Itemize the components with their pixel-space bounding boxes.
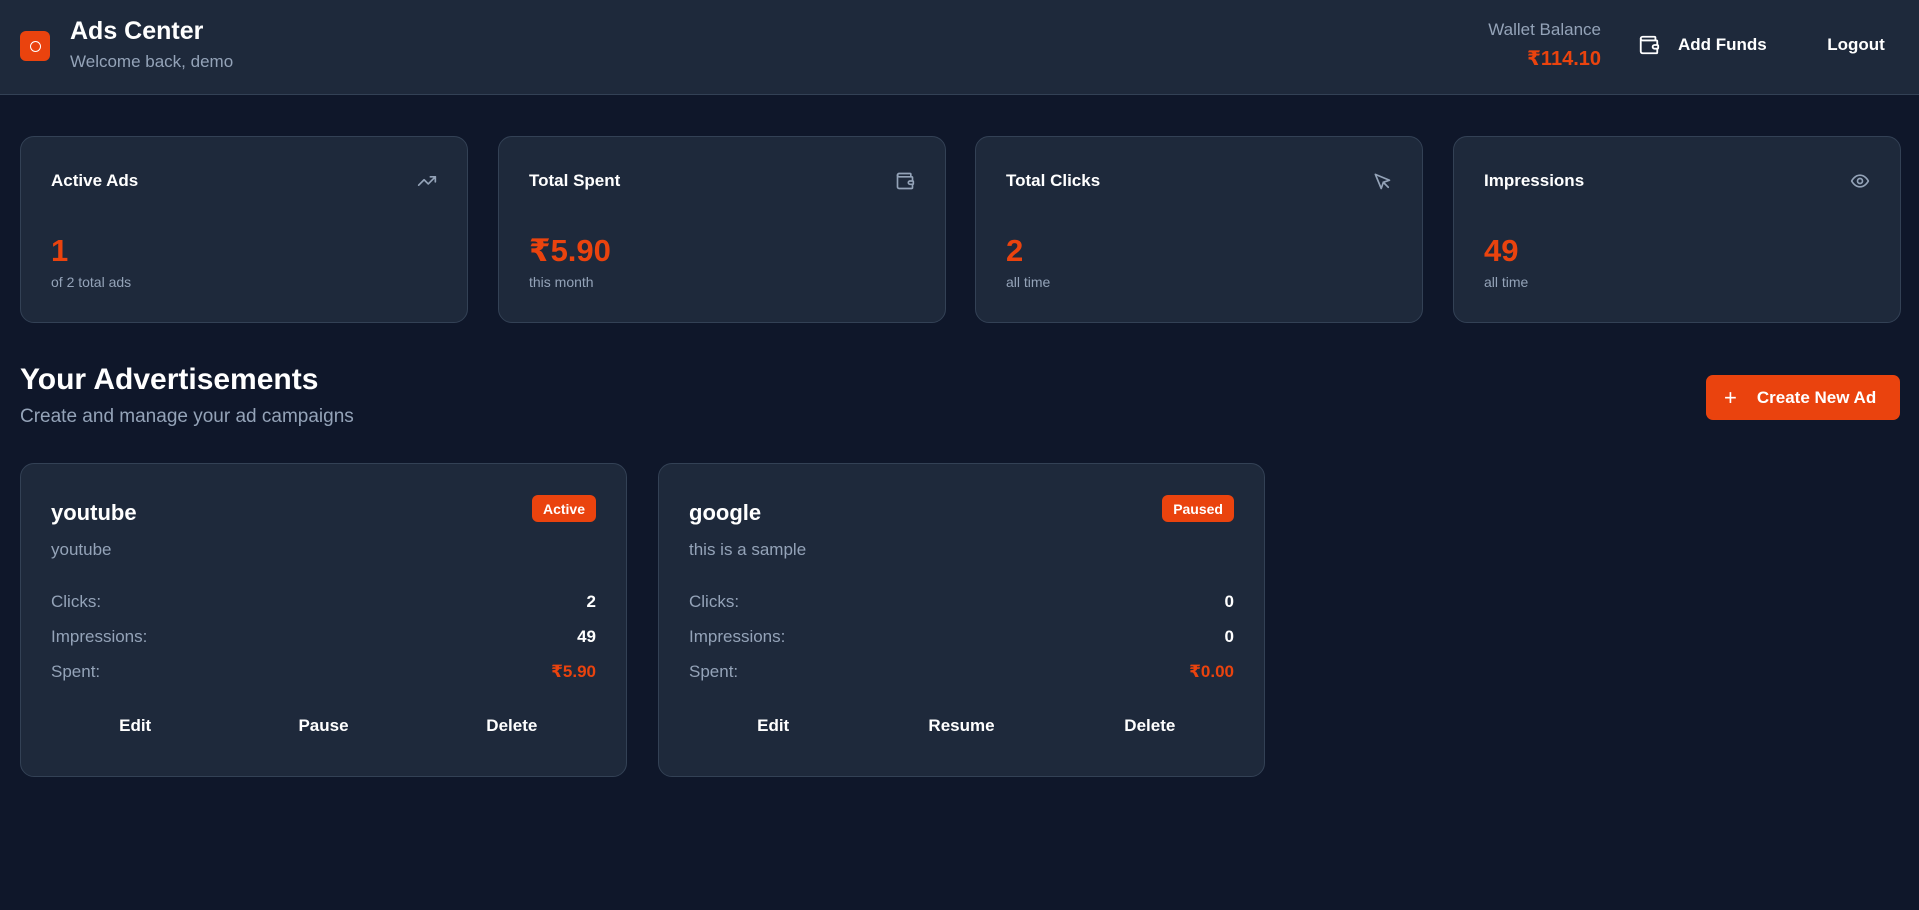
ad-description: youtube [51,540,112,559]
create-new-ad-label: Create New Ad [1756,387,1877,407]
impressions-row: Impressions: 49 [51,625,596,649]
ad-description: this is a sample [689,540,807,559]
impressions-label: Impressions: [689,627,786,646]
wallet-icon [1639,35,1660,55]
ad-name: youtube [51,500,137,525]
stat-value: 2 [1006,233,1024,268]
clicks-row: Clicks: 2 [51,590,596,614]
stat-card-total-spent: Total Spent ₹5.90 this month [498,136,946,323]
ad-card-youtube: youtube Active youtube Clicks: 2 Impress… [20,463,627,777]
impressions-row: Impressions: 0 [689,625,1234,649]
clicks-label: Clicks: [51,592,102,611]
pause-button[interactable]: Pause [229,704,417,748]
spent-value: ₹0.00 [1189,662,1234,681]
spent-value: ₹5.90 [551,662,596,681]
delete-button[interactable]: Delete [418,704,606,748]
spent-row: Spent: ₹0.00 [689,660,1234,684]
wallet-balance-value: ₹114.10 [1527,48,1601,70]
ad-actions: Edit Pause Delete [41,704,606,748]
clicks-value: 2 [586,592,596,611]
stat-value: 1 [51,233,69,268]
status-badge: Active [531,495,596,522]
stat-value: ₹5.90 [529,233,611,268]
impressions-label: Impressions: [51,627,148,646]
add-funds-label: Add Funds [1678,35,1767,54]
section-title: Your Advertisements [20,363,319,396]
stat-subtext: all time [1006,274,1051,290]
trending-up-icon [417,176,437,186]
cursor-icon [1374,173,1391,190]
top-header: Ads Center Welcome back, demo Wallet Bal… [0,0,1919,95]
spent-row: Spent: ₹5.90 [51,660,596,684]
logo-icon [20,31,50,61]
clicks-label: Clicks: [689,592,740,611]
clicks-row: Clicks: 0 [689,590,1234,614]
delete-button[interactable]: Delete [1056,704,1244,748]
edit-button[interactable]: Edit [679,704,867,748]
app-title: Ads Center [70,17,204,45]
ad-actions: Edit Resume Delete [679,704,1244,748]
stat-value: 49 [1484,233,1519,268]
stat-subtext: of 2 total ads [51,274,132,290]
ad-card-google: google Paused this is a sample Clicks: 0… [658,463,1265,777]
resume-button[interactable]: Resume [867,704,1055,748]
stat-subtext: all time [1484,274,1529,290]
create-new-ad-button[interactable]: + Create New Ad [1706,375,1900,420]
stat-card-active-ads: Active Ads 1 of 2 total ads [20,136,468,323]
clicks-value: 0 [1224,592,1234,611]
wallet-icon [896,172,915,190]
stat-card-impressions: Impressions 49 all time [1453,136,1901,323]
logout-button[interactable]: Logout [1806,24,1906,66]
section-subtitle: Create and manage your ad campaigns [20,406,354,427]
stat-title: Impressions [1484,171,1585,190]
ad-name: google [689,500,762,525]
stat-title: Active Ads [51,171,139,190]
status-badge: Paused [1162,495,1234,522]
stat-title: Total Spent [529,171,621,190]
impressions-value: 49 [577,627,596,646]
stat-subtext: this month [529,274,594,290]
spent-label: Spent: [689,662,739,681]
plus-icon: + [1724,384,1737,410]
welcome-text: Welcome back, demo [70,52,234,71]
eye-icon [1850,174,1870,188]
stat-title: Total Clicks [1006,171,1101,190]
add-funds-button[interactable]: Add Funds [1624,24,1774,66]
spent-label: Spent: [51,662,101,681]
wallet-balance-label: Wallet Balance [1488,20,1601,39]
edit-button[interactable]: Edit [41,704,229,748]
impressions-value: 0 [1224,627,1234,646]
stat-card-total-clicks: Total Clicks 2 all time [975,136,1423,323]
